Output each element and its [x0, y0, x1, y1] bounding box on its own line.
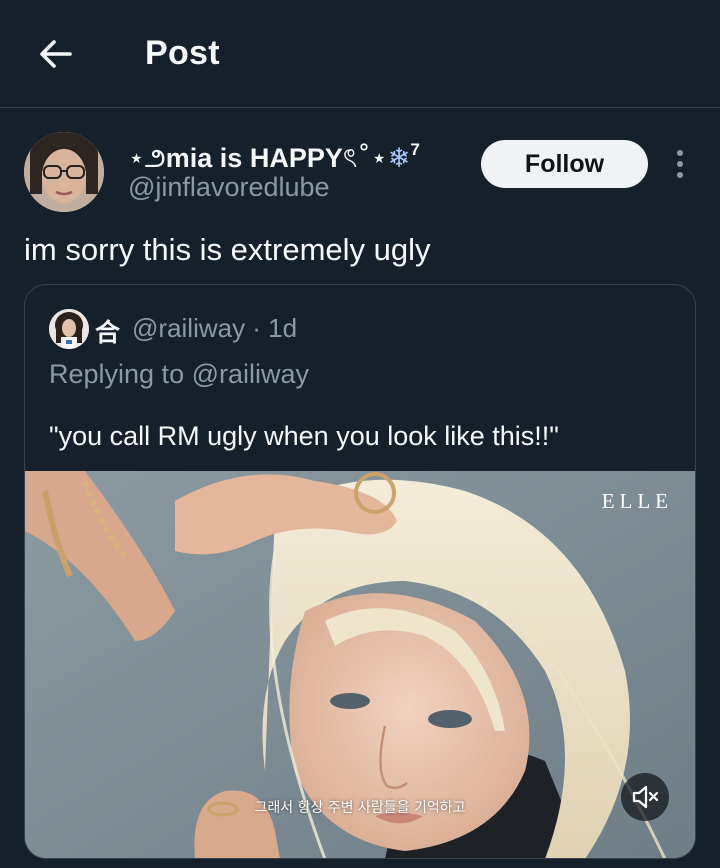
quoted-author-avatar[interactable] [49, 309, 89, 349]
name-prefix-glyph: ⋆౨ [128, 143, 166, 174]
elle-watermark: ELLE [601, 489, 673, 513]
name-main: mia is HAPPY [165, 143, 343, 173]
post-text: im sorry this is extremely ugly [24, 232, 431, 267]
author-avatar[interactable] [24, 132, 104, 212]
snowflake-icon: ❄ [387, 143, 411, 174]
volume-mute-icon [632, 785, 659, 809]
name-suffix-glyph: ৎ˚⋆ [342, 143, 388, 174]
replying-to[interactable]: Replying to @railiway [49, 359, 309, 390]
top-bar: Post [0, 0, 720, 108]
follow-button[interactable]: Follow [481, 140, 648, 188]
page-title: Post [145, 34, 220, 72]
quoted-author-name[interactable]: 合 [95, 313, 120, 349]
quoted-text: "you call RM ugly when you look like thi… [49, 421, 559, 451]
back-button[interactable] [34, 32, 78, 76]
quoted-post[interactable]: 合 @railiway · 1d Replying to @railiway "… [24, 284, 696, 859]
avatar-photo [24, 132, 104, 212]
more-options-button[interactable] [668, 150, 692, 178]
quoted-handle-time[interactable]: @railiway · 1d [132, 313, 297, 344]
name-superscript: 7 [410, 140, 420, 159]
quoted-avatar-photo [49, 309, 89, 349]
arrow-left-icon [40, 40, 72, 68]
more-vertical-icon [677, 150, 683, 156]
author-handle[interactable]: @jinflavoredlube [128, 172, 330, 203]
video-subtitle: 그래서 항상 주변 사람들을 기억하고 [254, 800, 466, 816]
mute-button[interactable] [621, 773, 669, 821]
video-player[interactable]: ELLE 그래서 항상 주변 사람들을 기억하고 [25, 471, 695, 858]
